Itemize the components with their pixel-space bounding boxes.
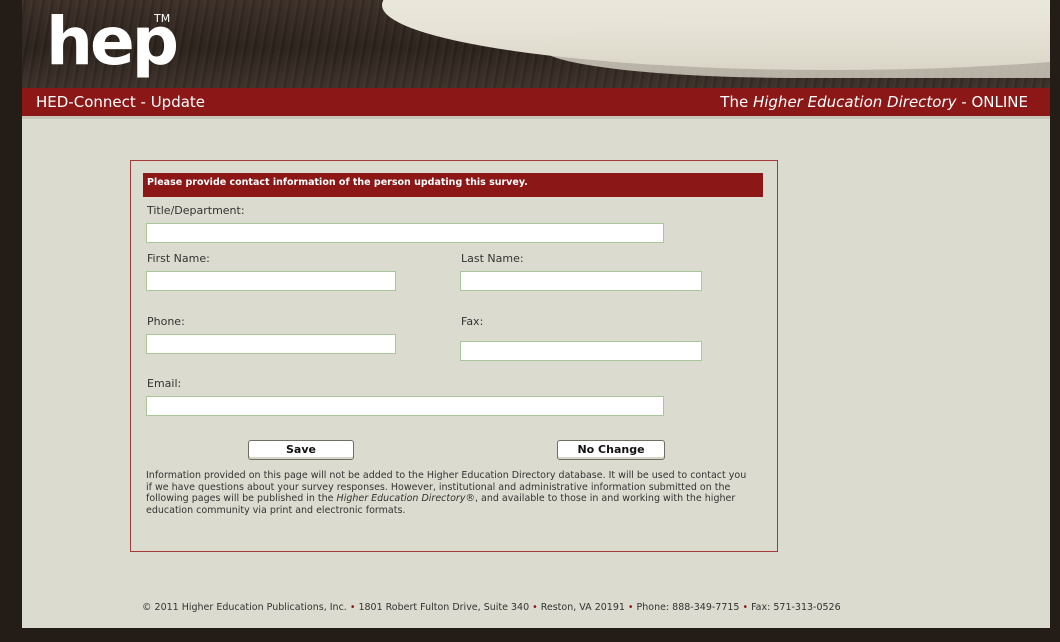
- title-department-input[interactable]: [146, 223, 664, 243]
- phone-input[interactable]: [146, 334, 396, 354]
- footer-fax: Fax: 571-313-0526: [751, 602, 841, 613]
- email-input[interactable]: [146, 396, 664, 416]
- registered-mark: ®: [465, 493, 475, 505]
- last-name-input[interactable]: [460, 271, 702, 291]
- footer-separator: •: [532, 602, 538, 613]
- trademark-mark: TM: [154, 12, 171, 25]
- tagline-directory-name: Higher Education Directory: [752, 93, 957, 111]
- app-title: HED-Connect - Update: [36, 93, 206, 111]
- info-paragraph: Information provided on this page will n…: [146, 470, 754, 516]
- header-banner: hep TM: [22, 0, 1050, 88]
- fax-input[interactable]: [460, 341, 702, 361]
- tagline-prefix: The: [720, 93, 753, 111]
- no-change-button[interactable]: No Change: [557, 440, 665, 460]
- footer-separator: •: [627, 602, 634, 613]
- last-name-label: Last Name:: [461, 252, 524, 265]
- title-bar: HED-Connect - Update The Higher Educatio…: [22, 88, 1050, 119]
- footer-copyright: © 2011 Higher Education Publications, In…: [142, 602, 347, 613]
- first-name-input[interactable]: [146, 271, 396, 291]
- footer-separator: •: [742, 602, 749, 613]
- first-name-label: First Name:: [147, 252, 210, 265]
- email-label: Email:: [147, 377, 182, 390]
- footer-address: 1801 Robert Fulton Drive, Suite 340: [358, 602, 530, 613]
- phone-label: Phone:: [147, 315, 185, 328]
- footer-separator: •: [349, 602, 356, 613]
- tagline-suffix: - ONLINE: [956, 93, 1028, 111]
- title-department-label: Title/Department:: [147, 204, 245, 217]
- footer-phone: Phone: 888-349-7715: [636, 602, 740, 613]
- footer-city: Reston, VA 20191: [540, 602, 625, 613]
- form-heading: Please provide contact information of th…: [147, 177, 528, 188]
- form-heading-bar: Please provide contact information of th…: [143, 173, 763, 197]
- fax-label: Fax:: [461, 315, 484, 328]
- page: hep TM HED-Connect - Update The Higher E…: [22, 0, 1050, 628]
- save-button[interactable]: Save: [248, 440, 354, 460]
- info-directory-name: Higher Education Directory: [336, 493, 466, 505]
- header-swoosh-inner: [542, 18, 1050, 78]
- footer: © 2011 Higher Education Publications, In…: [142, 602, 841, 613]
- site-tagline: The Higher Education Directory - ONLINE: [720, 93, 1028, 111]
